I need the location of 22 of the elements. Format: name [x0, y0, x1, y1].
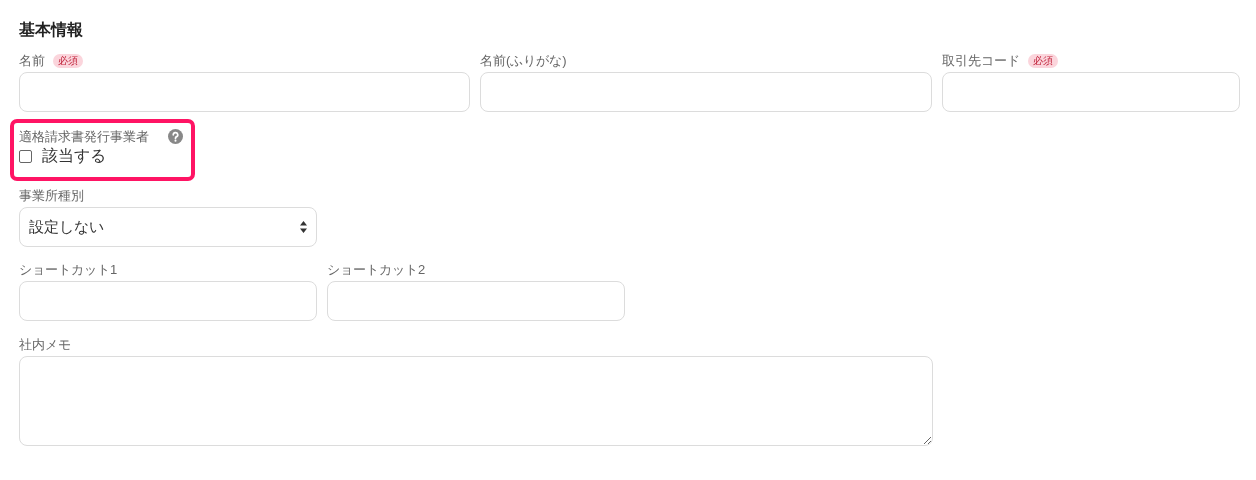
required-badge: 必須: [53, 53, 83, 68]
field-label: 取引先コード: [942, 54, 1020, 67]
field-label: 名前: [19, 54, 45, 67]
text-field[interactable]: [19, 281, 317, 321]
select-field[interactable]: 設定しない: [19, 207, 317, 247]
field-label: 適格請求書発行事業者: [19, 129, 149, 143]
required-badge: 必須: [1028, 53, 1058, 68]
checkbox-label: 該当する: [42, 148, 106, 164]
checkbox[interactable]: [19, 149, 32, 163]
field-label: 社内メモ: [19, 338, 71, 351]
text-field[interactable]: [19, 72, 470, 112]
section-title: 基本情報: [19, 20, 84, 40]
memo-textarea[interactable]: [19, 356, 933, 446]
field-label: 名前(ふりがな): [480, 54, 567, 67]
sort-arrows-icon: [300, 221, 307, 233]
text-field[interactable]: [327, 281, 625, 321]
field-label: 事業所種別: [19, 189, 84, 202]
help-icon[interactable]: [168, 128, 183, 144]
text-field[interactable]: [480, 72, 932, 112]
text-field[interactable]: [942, 72, 1240, 112]
field-label: ショートカット1: [19, 263, 118, 276]
field-label: ショートカット2: [327, 263, 426, 276]
